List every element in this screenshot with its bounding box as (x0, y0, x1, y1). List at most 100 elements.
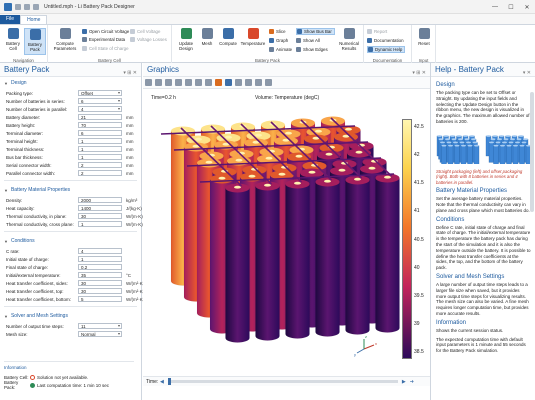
solver-section-header[interactable]: ▼ Solver and Mesh Settings (0, 310, 141, 322)
documentation-button[interactable]: Documentation (367, 37, 404, 44)
reset-button[interactable]: Reset (413, 28, 435, 46)
graph-button[interactable]: Graph (269, 37, 288, 44)
cell-voltage-button[interactable]: Cell Voltage (130, 28, 160, 35)
design-section-header[interactable]: ▼ Design (0, 77, 141, 89)
print-icon[interactable] (265, 79, 272, 86)
maximize-button[interactable]: ☐ (503, 0, 519, 14)
field-input[interactable]: 5 (78, 296, 122, 302)
menu-bar: File Home (0, 14, 535, 24)
zoom-out-icon[interactable] (155, 79, 162, 86)
field-input[interactable]: 1 (78, 221, 122, 227)
field-label: Initial state of charge: (6, 256, 49, 262)
transparency-icon[interactable] (225, 79, 232, 86)
material-section-header[interactable]: ▼ Battery Material Properties (0, 184, 141, 196)
mesh-button[interactable]: Mesh (196, 28, 218, 46)
temperature-button[interactable]: Temperature (240, 28, 266, 46)
field-input[interactable]: 21 (78, 114, 122, 120)
menu-file[interactable]: File (0, 15, 21, 24)
num-series-select[interactable]: 6 (78, 98, 122, 104)
illustration-cell-top (438, 138, 444, 140)
play-forward-icon[interactable]: ▶ (402, 379, 406, 385)
battery-pack-plot[interactable]: x z y (143, 89, 430, 372)
illustration-cell (512, 145, 519, 166)
panel-pin-icon[interactable]: ▾ ⊞ ✕ (123, 66, 137, 80)
play-back-icon[interactable]: ◀ (160, 379, 164, 385)
field-input[interactable]: 70 (78, 122, 122, 128)
show-bus-bar-toggle[interactable]: Show Bus Bar (296, 28, 335, 35)
field-input[interactable]: 30 (78, 280, 122, 286)
time-slider[interactable] (167, 378, 398, 385)
conditions-section-header[interactable]: ▼ Conditions (0, 235, 141, 247)
colorbar-tick: 40 (414, 264, 420, 271)
grid-icon[interactable] (245, 79, 252, 86)
views-icon[interactable] (205, 79, 212, 86)
minimize-button[interactable]: — (487, 0, 503, 14)
scene-light-icon[interactable] (215, 79, 222, 86)
status-warning-icon (30, 374, 35, 380)
field-input[interactable]: 35 (78, 272, 122, 278)
collapse-icon: ▼ (4, 238, 8, 244)
field-input[interactable]: 1 (78, 146, 122, 152)
open-circuit-voltage-button[interactable]: Open Circuit Voltage (82, 28, 129, 35)
field-label: Terminal height: (6, 138, 38, 144)
field-input[interactable]: 6 (78, 130, 122, 136)
num-parallel-select[interactable]: 4 (78, 106, 122, 112)
illustration-cell-top (453, 141, 458, 144)
field-input[interactable]: 1 (78, 138, 122, 144)
illustration-cell-top (464, 138, 470, 140)
time-label: Time=0.2 h (151, 95, 176, 101)
field-row: Initial/external temperature: 35 °C (0, 271, 141, 279)
camera-icon[interactable] (255, 79, 262, 86)
show-all-button[interactable]: Show All (296, 37, 320, 44)
dynamic-help-toggle[interactable]: Dynamic Help (367, 46, 406, 53)
time-slider-thumb[interactable] (167, 378, 171, 385)
zoom-in-icon[interactable] (145, 79, 152, 86)
rotate-icon[interactable] (185, 79, 192, 86)
battery-cell (255, 181, 280, 341)
next-arrow-icon[interactable]: ➜ (410, 379, 414, 385)
output-steps-select[interactable]: 11 (78, 323, 122, 329)
illustration-cell-top (512, 134, 517, 137)
illustration-cell-top (506, 144, 512, 147)
compute-parameters-button[interactable]: Compute Parameters (51, 28, 79, 51)
report-button[interactable]: Report (367, 28, 387, 35)
battery-pack-button[interactable]: Battery Pack (24, 28, 46, 55)
help-info-text-2: The expected computation time with defau… (436, 336, 526, 354)
cell-state-of-charge-button[interactable]: Cell State of Charge (82, 45, 129, 52)
compute-button[interactable]: Compute (217, 28, 239, 46)
field-input[interactable]: 30 (78, 288, 122, 294)
field-input[interactable]: 4 (78, 248, 122, 254)
packing-type-select[interactable]: Offset (78, 90, 122, 96)
mesh-size-select[interactable]: Normal (78, 331, 122, 337)
field-input[interactable]: 30 (78, 213, 122, 219)
field-input[interactable]: 1 (78, 256, 122, 262)
update-design-button[interactable]: Update Design (175, 28, 197, 51)
menu-home[interactable]: Home (20, 15, 48, 24)
field-row: C rate: 4 (0, 247, 141, 255)
experimental-data-button[interactable]: Experimental Data (82, 36, 125, 43)
zoom-extents-icon[interactable] (165, 79, 172, 86)
voltage-losses-button[interactable]: Voltage Losses (130, 36, 167, 43)
wireframe-icon[interactable] (235, 79, 242, 86)
battery-cell-button[interactable]: Battery Cell (2, 28, 24, 51)
show-edges-button[interactable]: Show Edges (296, 46, 328, 53)
illustration-cell (460, 145, 467, 166)
field-input[interactable]: 2000 (78, 197, 122, 203)
field-input[interactable]: 1 (78, 154, 122, 160)
field-input[interactable]: 2 (78, 170, 122, 176)
field-input[interactable]: 2 (78, 162, 122, 168)
help-scrollbar[interactable] (530, 92, 534, 212)
axes-icon[interactable] (175, 79, 182, 86)
graphics-canvas[interactable]: x z y Time=0.2 h Volume: Temperature (de… (143, 89, 430, 372)
animate-button[interactable]: Animate (269, 46, 292, 53)
colorbar-tick: 41 (414, 208, 420, 215)
compute-parameters-icon (59, 28, 71, 39)
numerical-results-button[interactable]: Numerical Results (336, 28, 362, 51)
select-icon[interactable] (195, 79, 202, 86)
illustration-cell-top (467, 144, 473, 147)
illustration-cell (473, 145, 480, 166)
close-button[interactable]: ✕ (519, 0, 535, 14)
slice-button[interactable]: Slice (269, 28, 286, 35)
field-input[interactable]: 1400 (78, 205, 122, 211)
field-input[interactable]: 0.2 (78, 264, 122, 270)
